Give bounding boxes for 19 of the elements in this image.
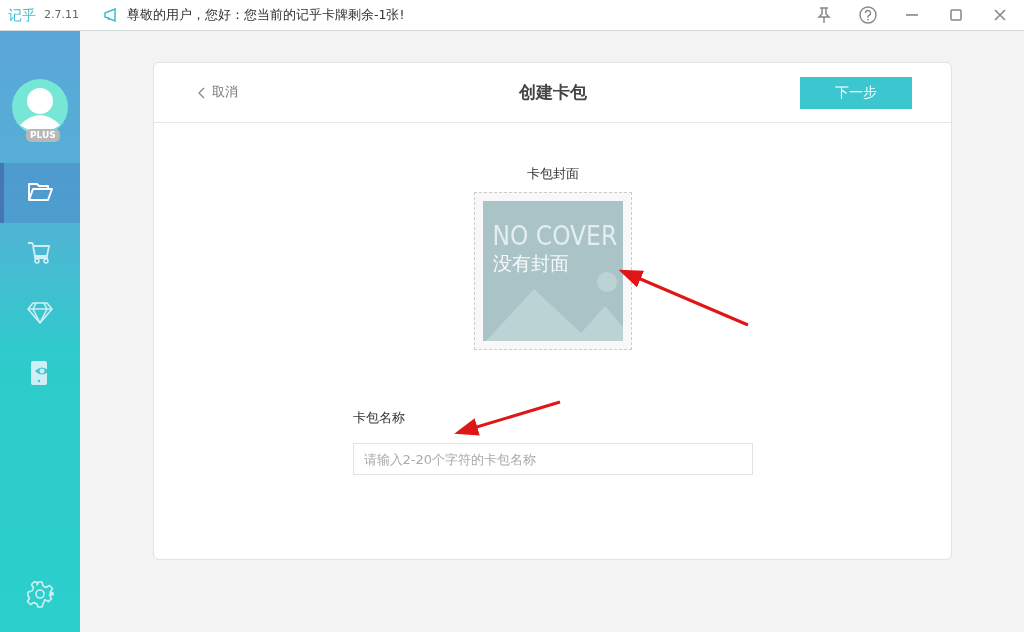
cover-title: NO COVER [492,222,619,249]
app-name: 记乎 [8,5,36,25]
name-field[interactable]: 请输入2-20个字符的卡包名称 [352,443,753,475]
cover-subtitle: 没有封面 [492,250,570,276]
megaphone-icon [103,8,119,22]
notice-text: 尊敬的用户，您好：您当前的记乎卡牌剩余-1张! [127,5,405,24]
help-icon[interactable] [858,5,878,25]
cover-label: 卡包封面 [526,165,579,183]
version-text: 2.7.11 [44,6,79,23]
dialog-title: 创建卡包 [518,80,587,104]
sidebar-item[interactable] [0,163,80,223]
back-icon [198,86,206,99]
cancel-link[interactable]: 取消 [192,82,244,103]
next-button[interactable]: 下一步 [800,76,912,109]
cover-frame[interactable]: NO COVER 没有封面 [473,191,632,350]
name-label: 卡包名称 [352,408,405,427]
pin-icon[interactable] [814,5,834,25]
mountain-sun-icon [485,271,623,341]
diamond-icon [26,299,54,327]
